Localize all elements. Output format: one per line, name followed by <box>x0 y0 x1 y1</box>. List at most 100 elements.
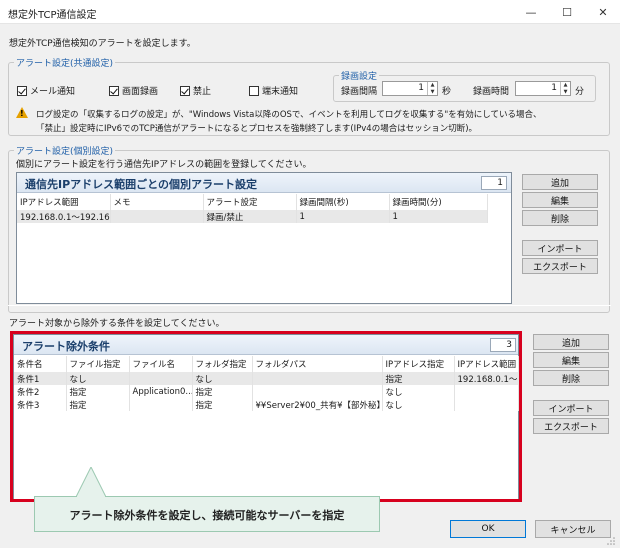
exclusion-import-button[interactable]: インポート <box>533 400 609 416</box>
table-row[interactable]: 192.168.0.1〜192.168... 録画/禁止 1 1 <box>17 210 488 223</box>
terminal-notify-checkbox[interactable]: 端末通知 <box>249 84 298 97</box>
table-cell: 条件1 <box>14 372 67 385</box>
individual-table: IPアドレス範囲 メモ アラート設定 録画間隔(秒) 録画時間(分) 192.1… <box>17 194 488 223</box>
callout-box: アラート除外条件を設定し、接続可能なサーバーを指定 <box>34 496 380 532</box>
checkbox-label: 端末通知 <box>262 87 299 97</box>
callout-joint <box>77 496 105 498</box>
individual-delete-button[interactable]: 削除 <box>522 210 598 226</box>
checkbox-label: メール通知 <box>30 87 76 97</box>
intro-text: 想定外TCP通信検知のアラートを設定します。 <box>9 39 196 49</box>
spin-down-icon[interactable]: ▼ <box>428 89 437 96</box>
table-cell <box>129 372 193 385</box>
common-settings-legend: アラート設定(共通設定) <box>14 56 116 69</box>
table-row[interactable]: 条件2 指定 Application0... 指定 なし <box>14 385 519 398</box>
table-cell: 指定 <box>382 372 455 385</box>
individual-description: 個別にアラート設定を行う通信先IPアドレスの範囲を登録してください。 <box>16 160 312 170</box>
table-cell: 1 <box>296 210 390 223</box>
column-header[interactable]: アラート設定 <box>203 194 297 210</box>
divider <box>8 305 611 306</box>
warning-text-line1: ログ設定の「収集するログの設定」が、"Windows Vista以降のOSで、イ… <box>36 110 542 120</box>
window-title: 想定外TCP通信設定 <box>8 10 97 21</box>
duration-label: 録画時間 <box>473 87 510 97</box>
mail-notify-checkbox[interactable]: メール通知 <box>17 84 75 97</box>
column-header[interactable]: フォルダパス <box>252 356 383 372</box>
spin-down-icon[interactable]: ▼ <box>561 89 570 96</box>
table-cell: 指定 <box>66 398 130 411</box>
column-header[interactable]: メモ <box>110 194 204 210</box>
interval-label: 録画間隔 <box>341 87 378 97</box>
checkbox-label: 禁止 <box>193 87 212 97</box>
checkbox-box[interactable] <box>109 85 119 96</box>
table-cell: Application0... <box>129 385 193 398</box>
duration-value[interactable]: 1 <box>516 82 560 95</box>
exclusion-description: アラート対象から除外する条件を設定してください。 <box>9 319 225 329</box>
table-cell: 条件2 <box>14 385 67 398</box>
duration-spinner[interactable]: 1 ▲ ▼ <box>515 81 571 96</box>
column-header[interactable]: ファイル指定 <box>66 356 130 372</box>
column-header[interactable]: IPアドレス範囲 <box>454 356 519 372</box>
table-row[interactable]: 条件3 指定 指定 ¥¥Server2¥00_共有¥【部外秘】... なし <box>14 398 519 411</box>
block-checkbox[interactable]: 禁止 <box>180 84 211 97</box>
exclusion-edit-button[interactable]: 編集 <box>533 352 609 368</box>
spinner-arrows[interactable]: ▲ ▼ <box>427 82 437 95</box>
exclusion-add-button[interactable]: 追加 <box>533 334 609 350</box>
callout-text: アラート除外条件を設定し、接続可能なサーバーを指定 <box>69 509 345 522</box>
table-cell: なし <box>66 372 130 385</box>
table-cell: 192.168.0.1〜 <box>454 372 519 385</box>
individual-add-button[interactable]: 追加 <box>522 174 598 190</box>
column-header[interactable]: 録画時間(分) <box>389 194 488 210</box>
table-header-row: 条件名 ファイル指定 ファイル名 フォルダ指定 フォルダパス IPアドレス指定 … <box>14 356 519 372</box>
column-header[interactable]: IPアドレス範囲 <box>17 194 111 210</box>
column-header[interactable]: IPアドレス指定 <box>382 356 455 372</box>
table-cell: なし <box>382 398 455 411</box>
dialog-body: 想定外TCP通信検知のアラートを設定します。 アラート設定(共通設定) メール通… <box>0 24 620 548</box>
interval-spinner[interactable]: 1 ▲ ▼ <box>382 81 438 96</box>
table-cell: ¥¥Server2¥00_共有¥【部外秘】... <box>252 398 383 411</box>
interval-unit: 秒 <box>442 87 452 97</box>
individual-export-button[interactable]: エクスポート <box>522 258 598 274</box>
column-header[interactable]: 録画間隔(秒) <box>296 194 390 210</box>
screen-record-checkbox[interactable]: 画面録画 <box>109 84 158 97</box>
close-button[interactable]: ✕ <box>585 0 620 24</box>
table-cell: 指定 <box>192 398 253 411</box>
table-cell: 指定 <box>192 385 253 398</box>
checkbox-label: 画面録画 <box>122 87 159 97</box>
exclusion-export-button[interactable]: エクスポート <box>533 418 609 434</box>
duration-unit: 分 <box>575 87 585 97</box>
table-cell: 1 <box>389 210 488 223</box>
table-cell: 録画/禁止 <box>203 210 297 223</box>
column-header[interactable]: フォルダ指定 <box>192 356 253 372</box>
checkbox-box[interactable] <box>17 85 27 96</box>
interval-value[interactable]: 1 <box>383 82 427 95</box>
individual-alert-panel: 通信先IPアドレス範囲ごとの個別アラート設定 1 IPアドレス範囲 メモ アラー… <box>16 172 512 304</box>
individual-settings-legend: アラート設定(個別設定) <box>14 144 116 157</box>
spinner-arrows[interactable]: ▲ ▼ <box>560 82 570 95</box>
minimize-button[interactable]: — <box>513 0 549 24</box>
table-cell <box>252 372 383 385</box>
warning-text-line2: 「禁止」設定時にIPv6でのTCP通信がアラートになるとプロセスを強制終了します… <box>36 124 478 134</box>
checkbox-box[interactable] <box>249 85 259 96</box>
column-header[interactable]: 条件名 <box>14 356 67 372</box>
table-row[interactable]: 条件1 なし なし 指定 192.168.0.1〜 <box>14 372 519 385</box>
resize-grip-icon[interactable] <box>606 536 616 546</box>
title-bar: 想定外TCP通信設定 — ☐ ✕ <box>0 0 620 24</box>
table-header-row: IPアドレス範囲 メモ アラート設定 録画間隔(秒) 録画時間(分) <box>17 194 488 210</box>
panel-title: 通信先IPアドレス範囲ごとの個別アラート設定 <box>25 178 258 191</box>
table-cell <box>252 385 383 398</box>
individual-import-button[interactable]: インポート <box>522 240 598 256</box>
table-cell <box>129 398 193 411</box>
table-cell <box>454 398 519 411</box>
maximize-button[interactable]: ☐ <box>549 0 585 24</box>
individual-edit-button[interactable]: 編集 <box>522 192 598 208</box>
column-header[interactable]: ファイル名 <box>129 356 193 372</box>
cancel-button[interactable]: キャンセル <box>535 520 611 538</box>
count-box: 3 <box>490 338 516 352</box>
warning-icon: ! <box>16 107 28 118</box>
exclusion-delete-button[interactable]: 削除 <box>533 370 609 386</box>
table-cell <box>110 210 204 223</box>
panel-header: アラート除外条件 3 <box>14 335 518 355</box>
table-cell <box>454 385 519 398</box>
ok-button[interactable]: OK <box>450 520 526 538</box>
table-cell: なし <box>382 385 455 398</box>
checkbox-box[interactable] <box>180 85 190 96</box>
